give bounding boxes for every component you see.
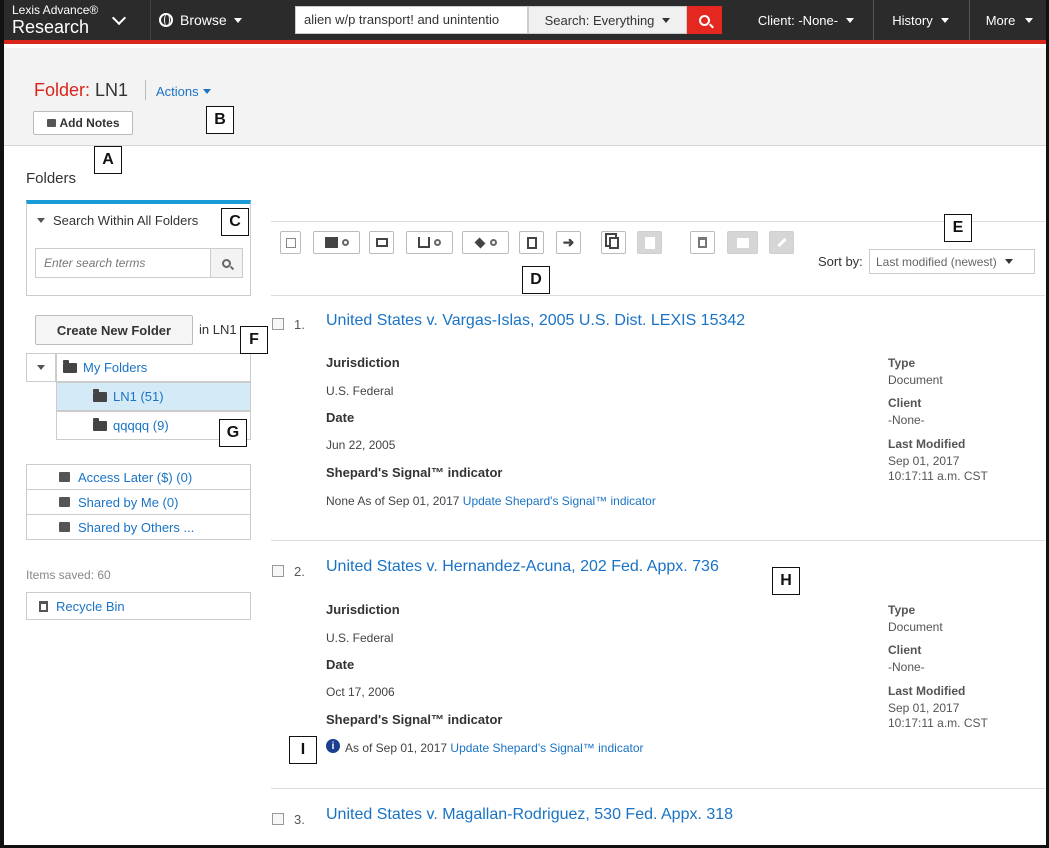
screenshot-frame: [0, 0, 1049, 848]
